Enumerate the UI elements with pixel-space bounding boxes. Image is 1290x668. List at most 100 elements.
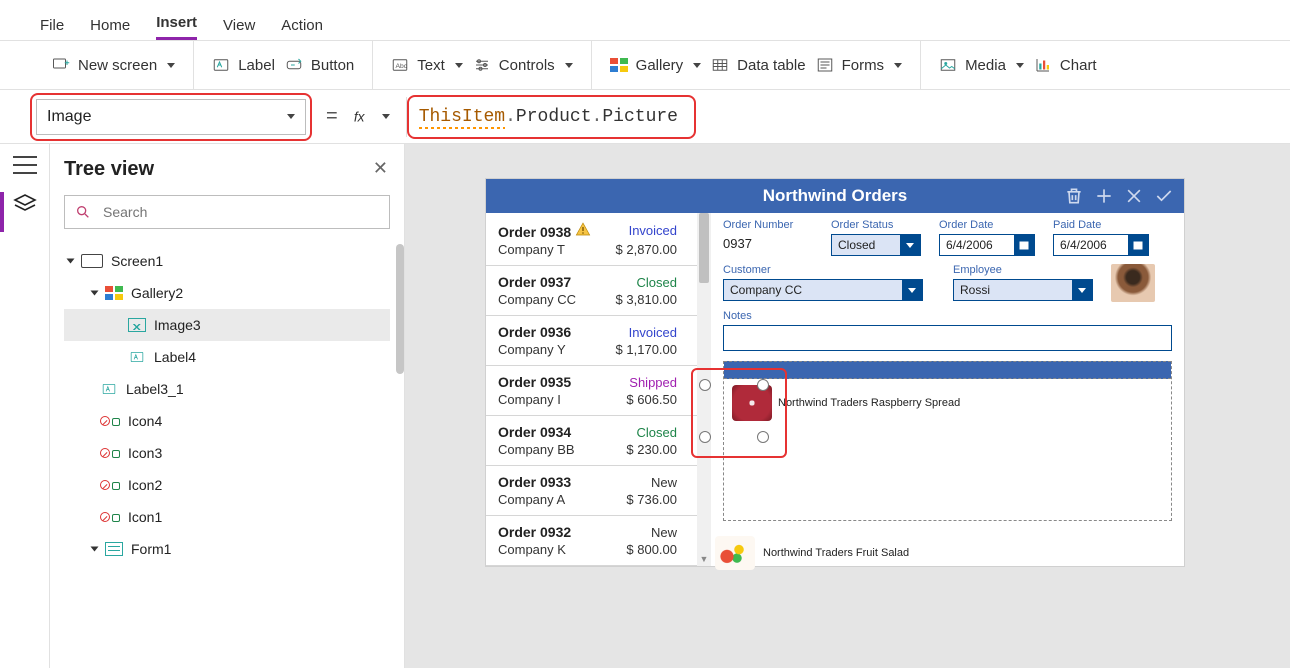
order-list-item[interactable]: Order 0936InvoicedCompany Y$ 1,170.00› [486, 316, 711, 366]
order-list-item[interactable]: Order 0932NewCompany K$ 800.00› [486, 516, 711, 566]
paid-date-picker[interactable]: 6/4/2006 [1053, 234, 1149, 256]
gallery-item[interactable]: Northwind Traders Raspberry Spread [724, 379, 1171, 427]
tree-search-input[interactable] [101, 203, 379, 221]
trash-icon[interactable] [1064, 186, 1084, 206]
icon-mix-icon [100, 480, 120, 490]
chevron-down-icon [1016, 63, 1024, 68]
order-amount: $ 800.00 [626, 542, 677, 557]
menu-file[interactable]: File [40, 17, 64, 40]
customer-select[interactable]: Company CC [723, 279, 923, 301]
tree-scrollbar[interactable] [396, 244, 404, 374]
employee-select[interactable]: Rossi [953, 279, 1093, 301]
icon-mix-icon [100, 448, 120, 458]
order-company: Company BB [498, 442, 575, 457]
check-icon[interactable] [1154, 186, 1174, 206]
order-list: Order 0938 InvoicedCompany T$ 2,870.00›O… [486, 213, 711, 566]
search-icon [75, 204, 91, 220]
tree-node-label3_1[interactable]: Label3_1 [64, 373, 390, 405]
insert-label-button[interactable]: Label [212, 56, 275, 74]
tree: Screen1 Gallery2 Image3 Label4 Label3_1 [64, 245, 390, 565]
select-value: Closed [832, 238, 900, 252]
order-list-item[interactable]: Order 0937ClosedCompany CC$ 3,810.00› [486, 266, 711, 316]
order-company: Company I [498, 392, 561, 407]
detail-pane: Order Number 0937 Order Status Closed Or… [711, 213, 1184, 566]
order-scrollbar[interactable]: ▲▼ [697, 213, 711, 566]
menu-insert[interactable]: Insert [156, 14, 197, 40]
order-company: Company A [498, 492, 565, 507]
tree-search-box[interactable] [64, 195, 390, 229]
property-select[interactable]: Image [36, 99, 306, 135]
menu-home[interactable]: Home [90, 17, 130, 40]
insert-button-button[interactable]: Button [285, 56, 354, 74]
property-select-highlight: Image [30, 93, 312, 141]
hamburger-button[interactable] [13, 156, 37, 174]
button-icon [285, 56, 303, 74]
product-thumbnail [715, 536, 755, 570]
controls-icon [473, 56, 491, 74]
media-icon [939, 56, 957, 74]
new-screen-label: New screen [78, 57, 157, 74]
main-area: Tree view ✕ Screen1 Gallery2 Image3 [0, 144, 1290, 668]
close-icon[interactable]: ✕ [373, 158, 388, 179]
tree-node-label4[interactable]: Label4 [64, 341, 390, 373]
notes-input[interactable] [723, 325, 1172, 351]
new-screen-button[interactable]: New screen [52, 56, 175, 74]
formula-input[interactable]: ThisItem.Product.Picture [413, 101, 684, 133]
order-id: Order 0938 [498, 221, 591, 240]
top-menubar: File Home Insert View Action [0, 0, 1290, 40]
insert-gallery-button[interactable]: Gallery [610, 57, 702, 74]
order-list-item[interactable]: Order 0938 InvoicedCompany T$ 2,870.00› [486, 213, 711, 266]
gallery-item[interactable]: Northwind Traders Fruit Salad [715, 536, 909, 570]
tree-node-icon4[interactable]: Icon4 [64, 405, 390, 437]
tree-view-rail-icon[interactable] [12, 192, 38, 214]
close-icon[interactable] [1124, 186, 1144, 206]
datatable-icon [711, 56, 729, 74]
insert-text-button[interactable]: Abc Text [391, 56, 463, 74]
product-name: Northwind Traders Fruit Salad [763, 547, 909, 559]
tree-view-panel: Tree view ✕ Screen1 Gallery2 Image3 [50, 144, 405, 668]
order-status: Closed [637, 275, 677, 290]
insert-media-button[interactable]: Media [939, 56, 1024, 74]
tree-node-image3[interactable]: Image3 [64, 309, 390, 341]
order-date-picker[interactable]: 6/4/2006 [939, 234, 1035, 256]
tree-label: Image3 [154, 317, 201, 333]
insert-label-text: Label [238, 57, 275, 74]
insert-datatable-button[interactable]: Data table [711, 56, 805, 74]
order-company: Company Y [498, 342, 566, 357]
fx-button[interactable]: fx [352, 106, 406, 128]
tree-view-title: Tree view [64, 158, 390, 181]
design-canvas[interactable]: Northwind Orders Order 0938 InvoicedComp… [405, 144, 1290, 668]
tree-node-icon1[interactable]: Icon1 [64, 501, 390, 533]
insert-chart-button[interactable]: Chart [1034, 56, 1097, 74]
order-status-select[interactable]: Closed [831, 234, 921, 256]
text-icon: Abc [391, 56, 409, 74]
caret-icon [67, 259, 75, 264]
order-list-item[interactable]: Order 0933NewCompany A$ 736.00› [486, 466, 711, 516]
field-label: Notes [723, 310, 1172, 322]
plus-icon[interactable] [1094, 186, 1114, 206]
menu-action[interactable]: Action [281, 17, 323, 40]
insert-text-label: Text [417, 57, 445, 74]
insert-controls-button[interactable]: Controls [473, 56, 573, 74]
tree-node-icon3[interactable]: Icon3 [64, 437, 390, 469]
screen-icon [81, 254, 103, 268]
tree-node-form1[interactable]: Form1 [64, 533, 390, 565]
order-status: Closed [637, 425, 677, 440]
tree-node-screen1[interactable]: Screen1 [64, 245, 390, 277]
order-id: Order 0936 [498, 324, 571, 340]
svg-text:Abc: Abc [396, 63, 408, 70]
warning-icon [575, 221, 591, 237]
order-list-item[interactable]: Order 0934ClosedCompany BB$ 230.00› [486, 416, 711, 466]
tree-node-gallery2[interactable]: Gallery2 [64, 277, 390, 309]
order-list-item[interactable]: Order 0935ShippedCompany I$ 606.50› [486, 366, 711, 416]
insert-forms-button[interactable]: Forms [816, 56, 903, 74]
tree-node-icon2[interactable]: Icon2 [64, 469, 390, 501]
property-select-value: Image [47, 108, 91, 126]
menu-view[interactable]: View [223, 17, 255, 40]
formula-token-product: Product [516, 107, 592, 127]
chevron-down-icon [455, 63, 463, 68]
field-label: Order Date [939, 219, 1035, 231]
insert-controls-label: Controls [499, 57, 555, 74]
caret-icon [91, 291, 99, 296]
gallery2-region[interactable]: Northwind Traders Raspberry Spread [723, 361, 1172, 521]
